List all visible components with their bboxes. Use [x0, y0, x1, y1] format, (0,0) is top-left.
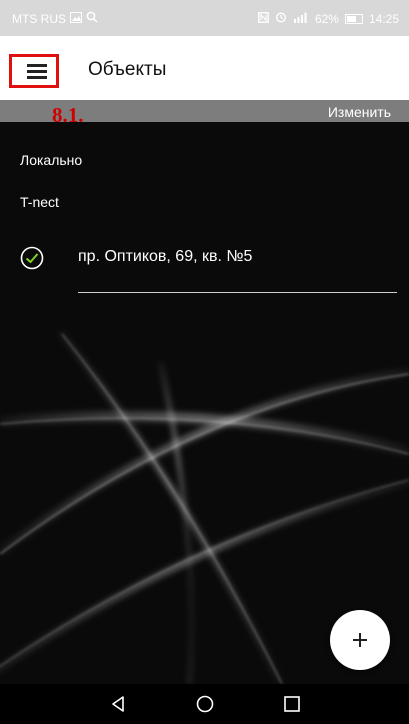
menu-button[interactable] — [9, 54, 59, 88]
alarm-icon — [275, 11, 287, 26]
edit-button[interactable]: Изменить — [328, 104, 391, 120]
search-notification-icon — [86, 11, 98, 26]
add-object-button[interactable] — [330, 610, 390, 670]
carrier-label: MTS RUS — [12, 11, 66, 26]
objects-list: Локально T-nect пр. Оптиков, 69, кв. №5 — [0, 122, 409, 684]
background-light-streaks — [0, 330, 409, 684]
gallery-notification-icon — [70, 11, 82, 26]
app-screen: MTS RUS 62% 14:25 Объекты 8.1. Изменить … — [0, 0, 409, 724]
list-item-label: пр. Оптиков, 69, кв. №5 — [78, 248, 253, 265]
check-circle-icon — [20, 246, 44, 270]
navigation-bar — [0, 684, 409, 724]
status-bar: MTS RUS 62% 14:25 — [0, 0, 409, 36]
clock: 14:25 — [368, 11, 399, 26]
back-icon[interactable] — [108, 694, 128, 714]
home-icon[interactable] — [195, 694, 215, 714]
group-t-nect[interactable]: T-nect — [20, 194, 59, 210]
divider — [78, 292, 397, 293]
recents-icon[interactable] — [282, 694, 302, 714]
page-title: Объекты — [88, 59, 167, 80]
signal-icon — [293, 12, 309, 26]
status-right: 62% 14:25 — [258, 11, 399, 26]
app-bar — [0, 36, 409, 100]
group-local[interactable]: Локально — [20, 152, 82, 168]
status-left: MTS RUS — [12, 11, 98, 26]
battery-percent: 62% — [314, 11, 339, 26]
plus-icon — [353, 633, 367, 647]
nfc-icon — [258, 11, 269, 26]
battery-icon — [344, 13, 363, 24]
